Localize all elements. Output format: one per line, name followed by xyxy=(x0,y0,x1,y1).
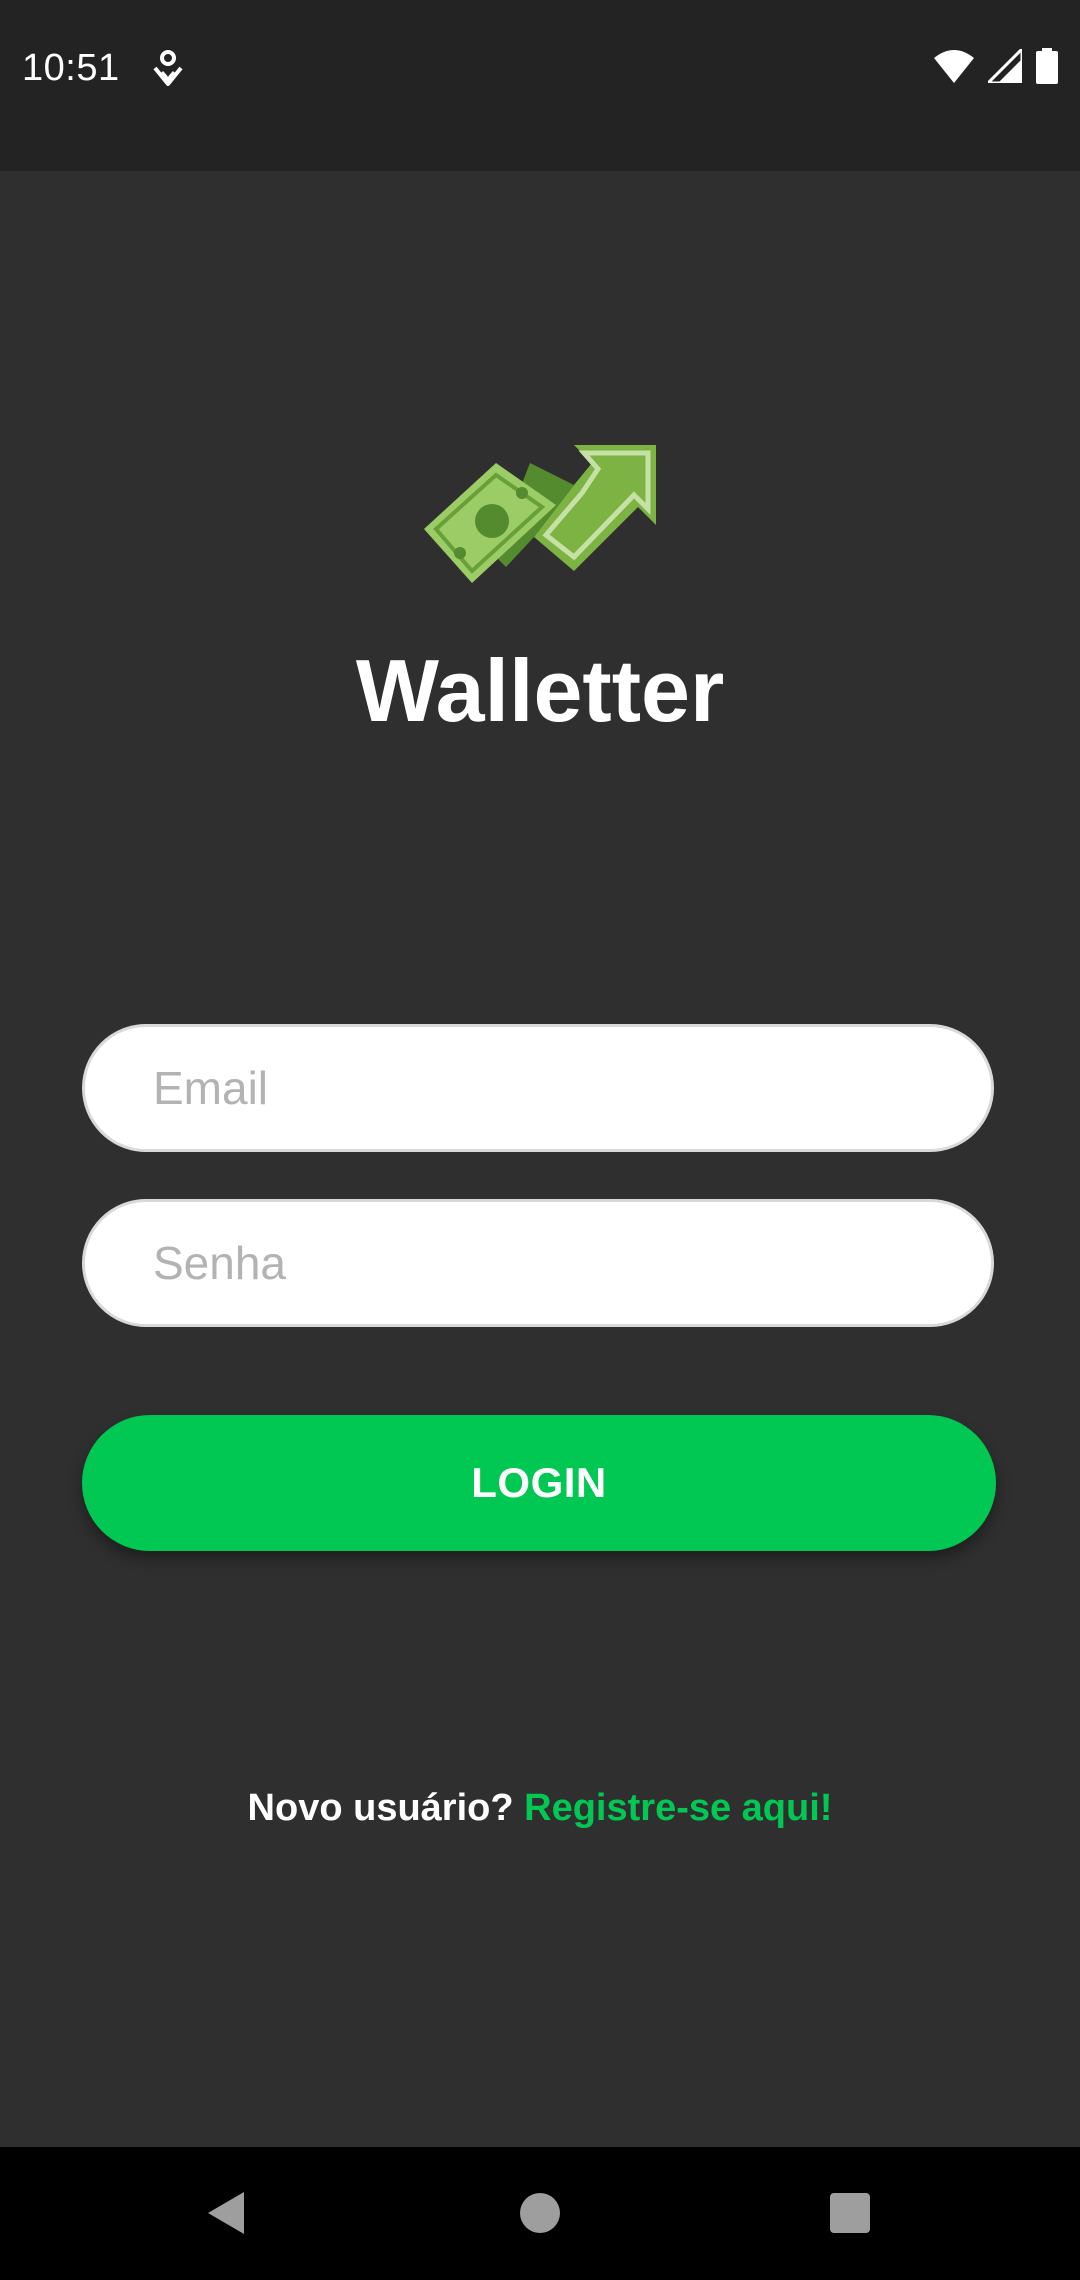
money-growth-logo xyxy=(424,445,656,583)
app-title: Walletter xyxy=(355,641,725,740)
signal-icon xyxy=(984,44,1024,88)
login-screen: Walletter LOGIN Novo usuário? Registre-s… xyxy=(0,171,1080,2147)
status-icons xyxy=(934,44,1058,89)
status-time: 10:51 xyxy=(22,47,120,89)
register-row: Novo usuário? Registre-se aqui! xyxy=(0,1783,1080,1833)
home-icon[interactable] xyxy=(500,2173,580,2253)
email-input[interactable] xyxy=(82,1024,994,1152)
navigation-bar xyxy=(0,2147,1080,2280)
password-input[interactable] xyxy=(82,1199,994,1327)
recents-icon[interactable] xyxy=(810,2173,890,2253)
register-prompt: Novo usuário? xyxy=(247,1787,514,1829)
register-link[interactable]: Registre-se aqui! xyxy=(524,1787,832,1829)
status-bar: 10:51 xyxy=(0,0,1080,171)
wifi-icon xyxy=(934,49,974,88)
back-icon[interactable] xyxy=(186,2173,266,2253)
location-notification-icon xyxy=(152,48,184,90)
login-button[interactable]: LOGIN xyxy=(82,1415,996,1551)
battery-icon xyxy=(1036,47,1058,89)
